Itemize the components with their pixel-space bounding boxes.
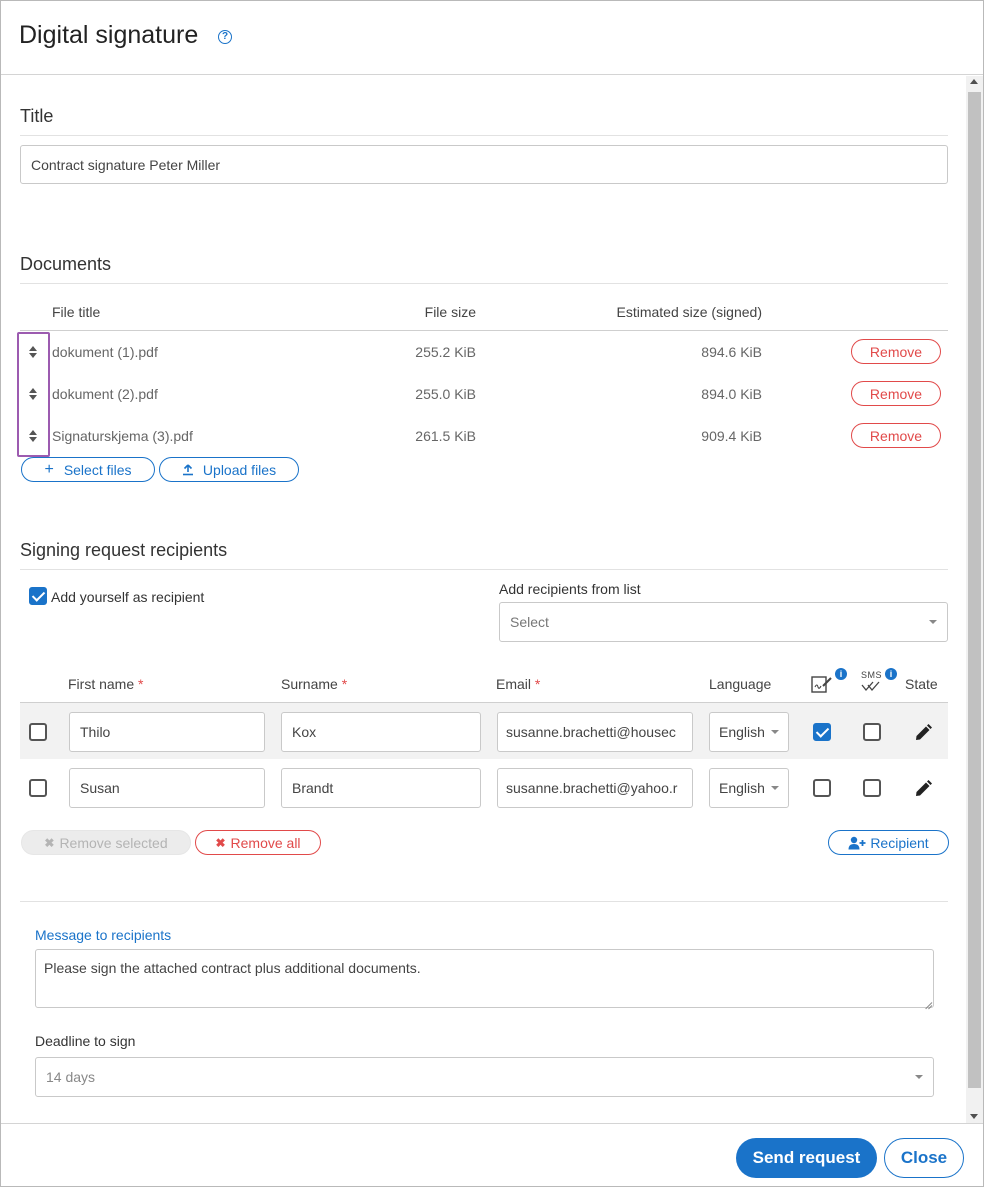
close-icon: ✖ [44,835,55,850]
add-recipient-button[interactable]: Recipient [828,830,949,855]
document-size: 255.2 KiB [415,344,476,360]
message-textarea[interactable]: Please sign the attached contract plus a… [35,949,934,1008]
divider [20,283,948,284]
upload-files-button[interactable]: Upload files [159,457,299,482]
required-mark: * [341,676,348,692]
upload-icon [182,463,193,475]
message-text: Please sign the attached contract plus a… [44,960,421,976]
chevron-down-icon [770,786,779,790]
title-section-heading: Title [20,106,54,126]
close-icon: ✖ [215,835,226,850]
edit-icon[interactable] [913,779,933,799]
deadline-select[interactable]: 14 days [35,1057,934,1097]
signature-info-icon[interactable]: i [835,668,847,680]
edit-icon[interactable] [913,723,933,743]
recipients-heading: Signing request recipients [20,540,228,560]
help-icon[interactable]: ? [218,30,232,44]
remove-selected-button[interactable]: ✖ Remove selected [21,830,191,855]
scroll-down-arrow-icon[interactable] [970,1114,978,1119]
column-state: State [905,676,938,692]
documents-heading: Documents [20,254,112,274]
remove-all-button[interactable]: ✖ Remove all [195,830,321,855]
add-user-icon [848,836,866,849]
deadline-label: Deadline to sign [35,1033,136,1049]
chevron-down-icon [915,1075,923,1079]
dialog-content: Title Contract signature Peter Miller Do… [1,76,966,1123]
chevron-down-icon [929,620,937,624]
column-file-size: File size [424,304,476,320]
first-name-input[interactable]: Thilo [69,712,265,752]
drag-handle-icon[interactable] [28,388,38,400]
column-estimated-size: Estimated size (signed) [616,304,762,320]
resize-grip-icon[interactable] [924,998,932,1006]
drag-handle-icon[interactable] [28,346,38,358]
language-select[interactable]: English [709,768,789,808]
dialog-title: Digital signature [19,21,199,49]
sms-checkbox[interactable] [863,779,881,797]
language-select[interactable]: English [709,712,789,752]
signature-icon [811,676,832,693]
document-estimated-size: 909.4 KiB [701,428,762,444]
divider [20,569,948,570]
add-yourself-label: Add yourself as recipient [51,589,205,605]
required-mark: * [138,676,144,692]
document-title: dokument (2).pdf [52,386,158,402]
table-header-divider [20,330,948,331]
chevron-down-icon [770,730,779,734]
remove-document-button[interactable]: Remove [851,339,941,364]
select-files-label: Select files [63,461,132,478]
surname-input[interactable]: Kox [281,712,481,752]
vertical-scrollbar[interactable] [966,76,983,1123]
sms-check-icon [861,681,880,692]
recipients-list-select[interactable]: Select [499,602,948,642]
plus-icon: + [44,460,54,478]
column-first-name: First name * [68,676,144,692]
document-title: Signaturskjema (3).pdf [52,428,193,444]
first-name-input[interactable]: Susan [69,768,265,808]
sign-checkbox[interactable] [813,779,831,797]
digital-signature-dialog: Digital signature ? Title Contract signa… [0,0,984,1187]
add-yourself-checkbox[interactable] [29,587,47,605]
column-file-title: File title [52,304,101,320]
scrollbar-thumb[interactable] [968,92,981,1088]
column-email: Email * [496,676,541,692]
deadline-value: 14 days [46,1069,96,1085]
email-input[interactable]: susanne.brachetti@yahoo.r [497,768,693,808]
row-select-checkbox[interactable] [29,779,47,797]
divider [20,901,948,902]
email-input[interactable]: susanne.brachetti@housec [497,712,693,752]
drag-handle-icon[interactable] [28,430,38,442]
dialog-header: Digital signature ? [1,1,983,75]
sign-checkbox[interactable] [813,723,831,741]
remove-document-button[interactable]: Remove [851,423,941,448]
row-select-checkbox[interactable] [29,723,47,741]
document-estimated-size: 894.6 KiB [701,344,762,360]
upload-files-label: Upload files [202,461,277,478]
select-files-button[interactable]: + Select files [21,457,155,482]
send-request-button[interactable]: Send request [736,1138,877,1178]
title-input-value: Contract signature Peter Miller [31,156,221,173]
document-estimated-size: 894.0 KiB [701,386,762,402]
column-surname: Surname * [281,676,348,692]
document-title: dokument (1).pdf [52,344,158,360]
sms-checkbox[interactable] [863,723,881,741]
scroll-up-arrow-icon[interactable] [970,79,978,84]
title-input[interactable]: Contract signature Peter Miller [20,145,948,184]
message-label: Message to recipients [35,927,172,943]
column-language: Language [709,676,772,692]
surname-input[interactable]: Brandt [281,768,481,808]
divider [20,135,948,136]
sms-info-icon[interactable]: i [885,668,897,680]
close-button[interactable]: Close [884,1138,964,1178]
document-size: 255.0 KiB [415,386,476,402]
from-list-label: Add recipients from list [499,581,641,597]
remove-document-button[interactable]: Remove [851,381,941,406]
document-size: 261.5 KiB [415,428,476,444]
recipients-list-placeholder: Select [510,614,549,630]
dialog-footer: Send request Close [1,1123,983,1186]
required-mark: * [534,676,541,692]
